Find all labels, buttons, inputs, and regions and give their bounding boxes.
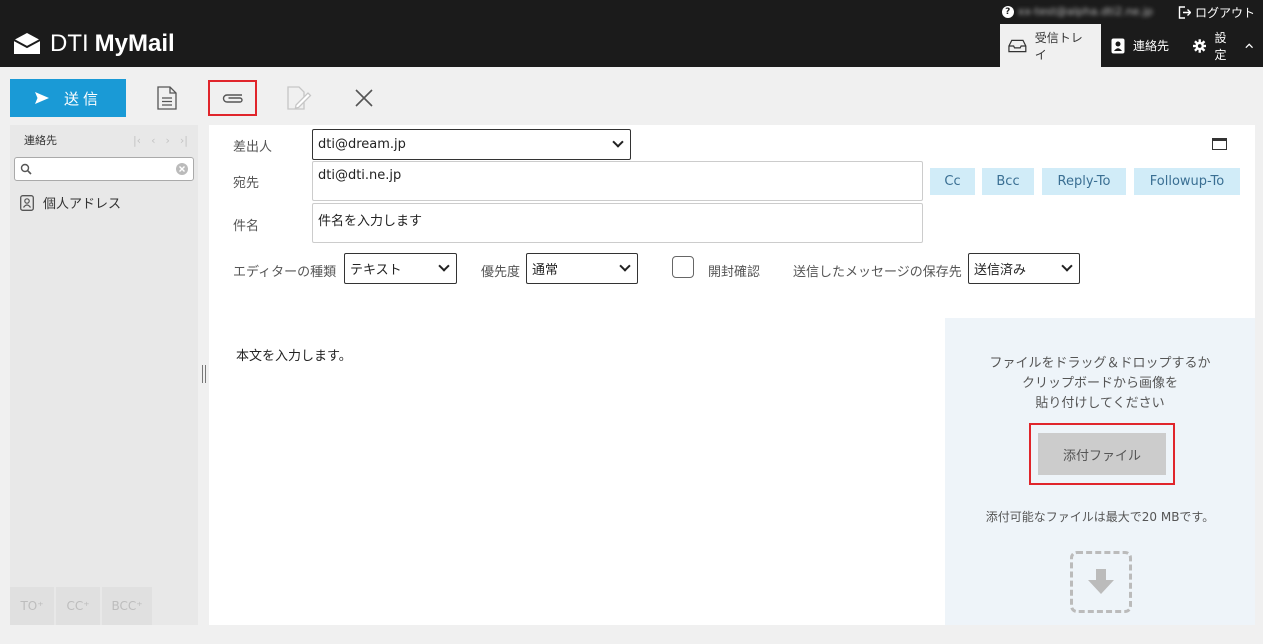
pane-splitter[interactable]	[202, 365, 206, 383]
tab-inbox[interactable]: 受信トレイ	[1000, 24, 1101, 67]
sidebar-item-personal-address[interactable]: 個人アドレス	[10, 193, 198, 212]
drop-hint-line2: クリップボードから画像を	[1021, 376, 1178, 391]
discard-button[interactable]	[347, 81, 381, 115]
sidebar-pager: |‹ ‹ › ›|	[133, 134, 188, 147]
from-value: dti@dream.jp	[318, 137, 406, 152]
gear-icon	[1193, 38, 1207, 53]
drop-zone[interactable]	[1070, 551, 1132, 613]
attachment-panel[interactable]: ファイルをドラッグ＆ドロップするか クリップボードから画像を 貼り付けしてくださ…	[945, 318, 1255, 625]
drop-hint-line1: ファイルをドラッグ＆ドロップするか	[989, 356, 1211, 371]
download-arrow-icon	[1088, 569, 1114, 594]
chevron-down-icon	[1061, 260, 1073, 272]
logo-prefix: DTI	[50, 30, 89, 57]
signature-icon	[287, 86, 312, 110]
tab-contacts[interactable]: 連絡先	[1101, 24, 1183, 67]
contact-search	[14, 157, 194, 181]
to-field[interactable]: dti@dti.ne.jp	[312, 161, 923, 201]
message-body[interactable]: 本文を入力します。	[209, 318, 945, 625]
help-icon[interactable]: ?	[1001, 5, 1014, 18]
app-header: DTI MyMail 受信トレイ 連絡先 設定	[0, 24, 1263, 67]
to-label: 宛先	[233, 176, 260, 191]
template-button[interactable]	[150, 81, 184, 115]
top-bar: ? xx-test@alpha.dti2.ne.jp ログアウト	[0, 0, 1263, 24]
logout-label: ログアウト	[1194, 6, 1255, 20]
tab-settings-label: 設定	[1214, 30, 1227, 62]
subject-label: 件名	[233, 219, 260, 234]
priority-select[interactable]: 通常	[526, 253, 638, 284]
tab-inbox-label: 受信トレイ	[1034, 30, 1083, 62]
contact-search-input[interactable]	[35, 160, 165, 178]
last-page-icon[interactable]: ›|	[180, 134, 188, 147]
editor-type-select[interactable]: テキスト	[344, 253, 457, 284]
send-icon	[34, 92, 49, 104]
chevron-up-icon[interactable]	[1245, 42, 1253, 50]
sidebar-item-label: 個人アドレス	[43, 197, 122, 212]
followup-to-button[interactable]: Followup-To	[1134, 168, 1240, 195]
save-folder-value: 送信済み	[974, 263, 1027, 278]
editor-type-label: エディターの種類	[233, 265, 337, 280]
size-limit-text: 添付可能なファイルは最大で20 MBです。	[985, 510, 1215, 524]
send-label: 送信	[63, 89, 102, 108]
contact-icon	[1111, 38, 1125, 53]
template-icon	[157, 86, 177, 110]
cc-button[interactable]: Cc	[930, 168, 975, 195]
tab-contacts-label: 連絡先	[1133, 39, 1170, 53]
drop-hint: ファイルをドラッグ＆ドロップするか クリップボードから画像を 貼り付けしてくださ…	[945, 354, 1255, 414]
first-page-icon[interactable]: |‹	[133, 134, 141, 147]
sidebar-title: 連絡先	[24, 134, 57, 147]
from-select[interactable]: dti@dream.jp	[312, 129, 631, 160]
next-page-icon[interactable]: ›	[165, 134, 169, 147]
signature-button[interactable]	[282, 81, 316, 115]
nav-tabs: 受信トレイ 連絡先 設定	[1000, 24, 1263, 67]
read-receipt-label: 開封確認	[708, 265, 761, 280]
attach-file-highlight: 添付ファイル	[1029, 423, 1175, 485]
editor-type-value: テキスト	[350, 263, 402, 278]
contact-book-icon	[20, 194, 34, 211]
add-bcc-button[interactable]: BCC⁺	[102, 587, 152, 625]
from-label: 差出人	[233, 140, 273, 155]
chevron-down-icon	[612, 136, 624, 148]
save-folder-label: 送信したメッセージの保存先	[793, 265, 962, 280]
logo: DTI MyMail	[12, 30, 175, 58]
contacts-sidebar: 連絡先 |‹ ‹ › ›| 個人アドレス TO⁺ CC⁺ BCC⁺	[10, 125, 198, 625]
close-icon	[355, 89, 373, 107]
add-cc-button[interactable]: CC⁺	[56, 587, 100, 625]
save-folder-select[interactable]: 送信済み	[968, 253, 1080, 284]
attach-button[interactable]	[208, 80, 257, 116]
subject-field[interactable]: 件名を入力します	[312, 203, 923, 243]
priority-value: 通常	[532, 263, 559, 278]
send-button[interactable]: 送信	[10, 79, 126, 117]
user-email: xx-test@alpha.dti2.ne.jp	[1017, 5, 1153, 18]
to-value: dti@dti.ne.jp	[318, 168, 402, 183]
read-receipt-checkbox[interactable]	[672, 256, 694, 278]
tab-settings[interactable]: 設定	[1183, 24, 1263, 67]
compose-headers: 差出人 dti@dream.jp 宛先 dti@dti.ne.jp Cc Bcc…	[209, 125, 1255, 318]
logout-icon	[1178, 6, 1191, 19]
search-icon	[20, 163, 32, 175]
user-info: ? xx-test@alpha.dti2.ne.jp	[1001, 5, 1153, 18]
attach-file-button[interactable]: 添付ファイル	[1038, 433, 1166, 475]
sidebar-header: 連絡先 |‹ ‹ › ›|	[10, 125, 198, 155]
chevron-down-icon	[438, 260, 450, 272]
paperclip-icon	[222, 94, 243, 103]
body-text: 本文を入力します。	[236, 349, 352, 364]
maximize-icon[interactable]	[1212, 138, 1227, 150]
chevron-down-icon	[619, 260, 631, 272]
subject-value: 件名を入力します	[318, 214, 423, 229]
inbox-icon	[1008, 39, 1027, 52]
bcc-button[interactable]: Bcc	[982, 168, 1034, 195]
prev-page-icon[interactable]: ‹	[151, 134, 155, 147]
priority-label: 優先度	[481, 265, 521, 280]
logout-button[interactable]: ログアウト	[1178, 4, 1255, 21]
bottom-filler	[154, 587, 198, 625]
compose-toolbar: 送信	[0, 67, 1263, 125]
clear-search-icon[interactable]	[176, 163, 188, 175]
add-to-button[interactable]: TO⁺	[10, 587, 54, 625]
recipient-buttons: TO⁺ CC⁺ BCC⁺	[10, 587, 198, 625]
mail-logo-icon	[13, 33, 41, 54]
logo-suffix: MyMail	[94, 30, 175, 57]
drop-hint-line3: 貼り付けしてください	[1035, 396, 1165, 411]
reply-to-button[interactable]: Reply-To	[1042, 168, 1126, 195]
